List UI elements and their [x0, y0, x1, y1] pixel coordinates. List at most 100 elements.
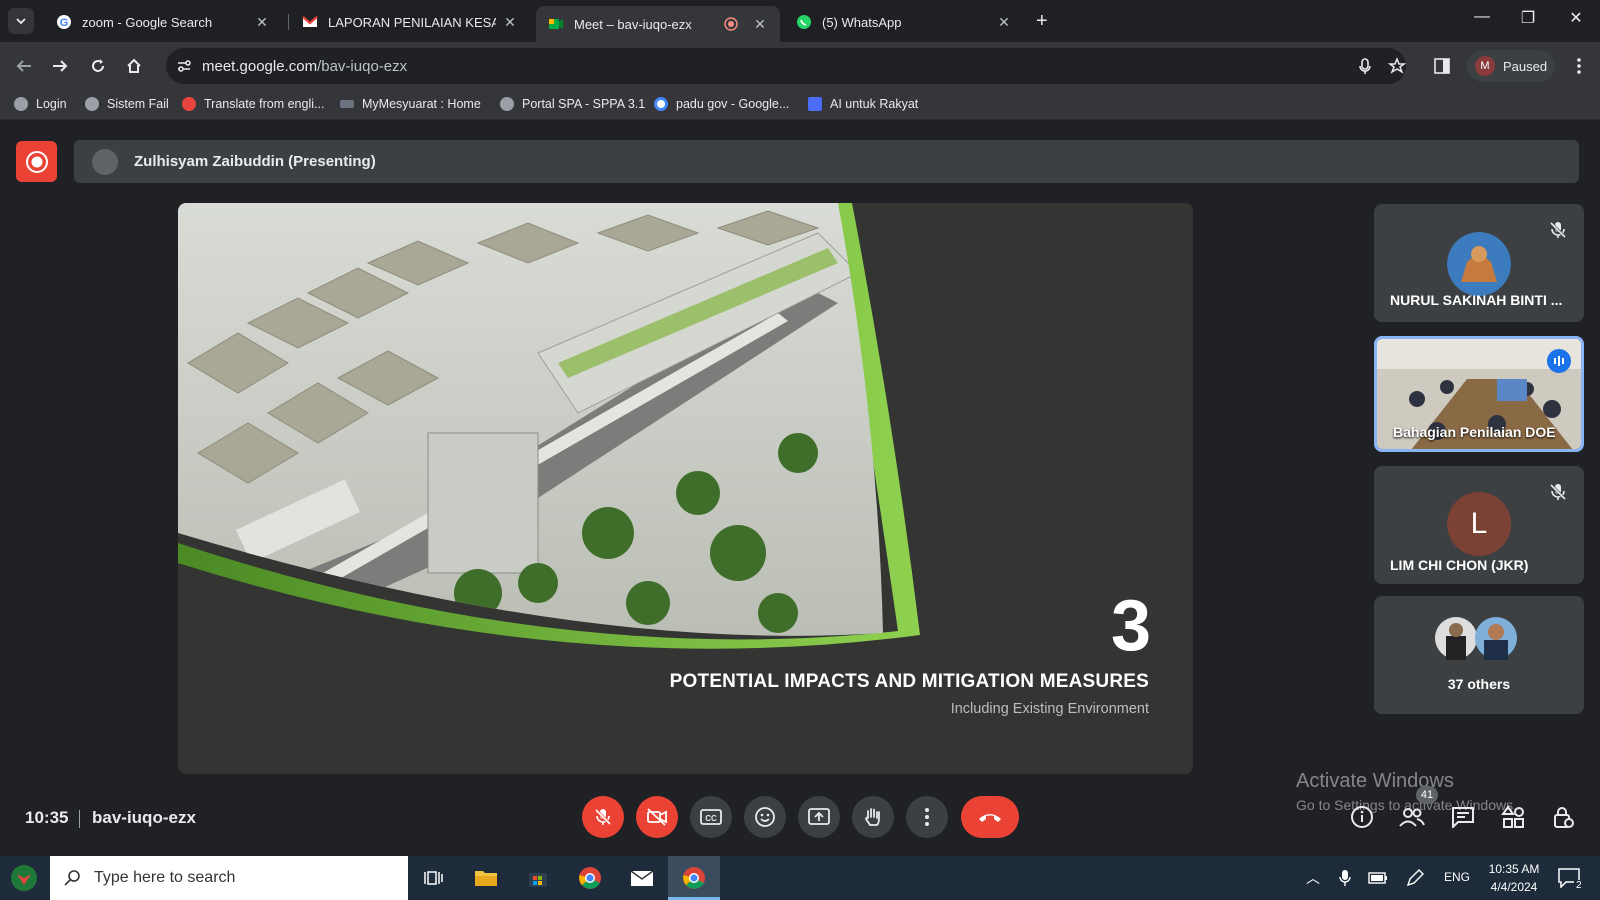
tab-title: Meet – bav-iuqo-ezx	[574, 16, 692, 32]
close-window-button[interactable]: ✕	[1556, 8, 1596, 28]
close-icon[interactable]: ✕	[752, 16, 768, 33]
back-button[interactable]	[12, 54, 36, 78]
participant-tile[interactable]: L LIM CHI CHON (JKR)	[1374, 466, 1584, 584]
side-panel-icon[interactable]	[1433, 57, 1451, 75]
address-bar[interactable]: meet.google.com/bav-iuqo-ezx	[166, 48, 1406, 84]
participant-name: LIM CHI CHON (JKR)	[1390, 557, 1529, 573]
info-icon	[1351, 806, 1373, 828]
participant-tile[interactable]: NURUL SAKINAH BINTI ...	[1374, 204, 1584, 322]
camera-off-icon	[647, 808, 667, 826]
bookmark-login[interactable]: Login	[14, 97, 67, 111]
host-controls-button[interactable]	[1548, 802, 1578, 832]
leave-call-button[interactable]	[961, 796, 1019, 838]
bookmark-translate[interactable]: Translate from engli...	[182, 97, 324, 111]
search-placeholder: Type here to search	[94, 869, 236, 886]
more-vert-icon[interactable]	[1570, 56, 1588, 76]
chevron-down-icon	[16, 18, 26, 25]
bookmark-portal-spa[interactable]: Portal SPA - SPPA 3.1	[500, 97, 645, 111]
chrome-icon	[579, 867, 601, 889]
svg-text:CC: CC	[705, 814, 717, 823]
restore-button[interactable]: ❐	[1508, 8, 1548, 28]
chrome-button[interactable]	[574, 862, 606, 894]
chat-button[interactable]	[1448, 802, 1478, 832]
tab-meet[interactable]: Meet – bav-iuqo-ezx ✕	[536, 6, 780, 42]
people-icon	[1399, 808, 1425, 827]
mail-icon	[630, 870, 654, 886]
input-language[interactable]: ENG	[1444, 870, 1470, 884]
tab-search-button[interactable]	[8, 8, 34, 34]
captions-button[interactable]: CC	[690, 796, 732, 838]
system-clock[interactable]: 10:35 AM 4/4/2024	[1478, 860, 1550, 896]
microphone-icon[interactable]	[1338, 869, 1352, 887]
meet-icon	[549, 19, 563, 29]
tab-laporan[interactable]: LAPORAN PENILAIAN KESAN K ✕	[290, 6, 530, 38]
meeting-code: bav-iuqo-ezx	[92, 808, 196, 827]
avatar	[92, 148, 118, 175]
bookmark-ai-untuk-rakyat[interactable]: AI untuk Rakyat	[808, 97, 918, 111]
home-button[interactable]	[122, 54, 146, 78]
people-button[interactable]	[1397, 802, 1427, 832]
task-view-icon	[424, 871, 443, 885]
bookmark-padu-gov[interactable]: padu gov - Google...	[654, 97, 789, 111]
meeting-details-button[interactable]	[1347, 802, 1377, 832]
tab-whatsapp[interactable]: (5) WhatsApp ✕	[784, 6, 1024, 38]
profile-status: Paused	[1503, 58, 1548, 74]
activities-button[interactable]	[1498, 802, 1528, 832]
more-vert-icon	[925, 808, 929, 826]
close-icon[interactable]: ✕	[254, 14, 270, 31]
globe-icon	[85, 97, 99, 111]
mail-button[interactable]	[626, 862, 658, 894]
chat-icon	[1452, 807, 1474, 828]
slide-number: 3	[1110, 586, 1151, 666]
chrome-meet-window-button[interactable]	[678, 862, 710, 894]
others-tile[interactable]: 37 others	[1374, 596, 1584, 714]
avatar	[1447, 232, 1511, 296]
participant-name: Bahagian Penilaian DOE	[1393, 424, 1556, 440]
raise-hand-button[interactable]	[852, 796, 894, 838]
recording-icon	[724, 17, 738, 31]
show-hidden-icons-button[interactable]: ︿	[1306, 868, 1320, 888]
participant-tile-active[interactable]: Bahagian Penilaian DOE	[1374, 336, 1584, 452]
toggle-mic-button[interactable]	[582, 796, 624, 838]
file-explorer-button[interactable]	[470, 862, 502, 894]
slide-subtitle: Including Existing Environment	[950, 701, 1149, 717]
avatar: L	[1447, 492, 1511, 556]
browser-toolbar: meet.google.com/bav-iuqo-ezx M Paused	[0, 42, 1600, 90]
tab-zoom-search[interactable]: G zoom - Google Search ✕	[44, 6, 282, 38]
bookmark-sistem-fail[interactable]: Sistem Fail	[85, 97, 169, 111]
task-view-button[interactable]	[418, 862, 450, 894]
reactions-button[interactable]	[744, 796, 786, 838]
presenting-bar: Zulhisyam Zaibuddin (Presenting)	[74, 140, 1579, 183]
profile-button[interactable]: M Paused	[1467, 50, 1555, 82]
store-button[interactable]	[522, 862, 554, 894]
start-button[interactable]	[8, 862, 40, 894]
close-icon[interactable]: ✕	[502, 14, 518, 31]
taskbar-search-input[interactable]: Type here to search	[50, 856, 408, 900]
avatar: M	[1475, 56, 1495, 76]
bookmark-mymesyuarat[interactable]: MyMesyuarat : Home	[340, 97, 481, 111]
tab-title: zoom - Google Search	[82, 14, 213, 30]
presenter-name: Zulhisyam Zaibuddin (Presenting)	[134, 153, 376, 170]
more-options-button[interactable]	[906, 796, 948, 838]
home-icon	[127, 58, 141, 73]
mic-off-icon	[1549, 221, 1567, 239]
forward-button[interactable]	[48, 54, 72, 78]
recording-button[interactable]	[16, 141, 57, 182]
slide-title: POTENTIAL IMPACTS AND MITIGATION MEASURE…	[669, 671, 1149, 692]
close-icon[interactable]: ✕	[996, 14, 1012, 31]
battery-icon[interactable]	[1368, 872, 1388, 884]
pen-icon[interactable]	[1406, 869, 1424, 887]
reload-button[interactable]	[86, 54, 110, 78]
folder-icon	[475, 871, 497, 886]
url-text: meet.google.com/bav-iuqo-ezx	[202, 58, 408, 75]
toggle-camera-button[interactable]	[636, 796, 678, 838]
microphone-icon[interactable]	[1356, 57, 1374, 75]
mymesyuarat-icon	[340, 100, 354, 108]
participant-name: NURUL SAKINAH BINTI ...	[1390, 292, 1563, 308]
bookmark-star-icon[interactable]	[1388, 57, 1406, 75]
mic-off-icon	[594, 808, 612, 826]
new-tab-button[interactable]: +	[1036, 10, 1048, 33]
minimize-button[interactable]: —	[1462, 8, 1502, 26]
present-button[interactable]	[798, 796, 840, 838]
avatar	[1475, 617, 1517, 660]
